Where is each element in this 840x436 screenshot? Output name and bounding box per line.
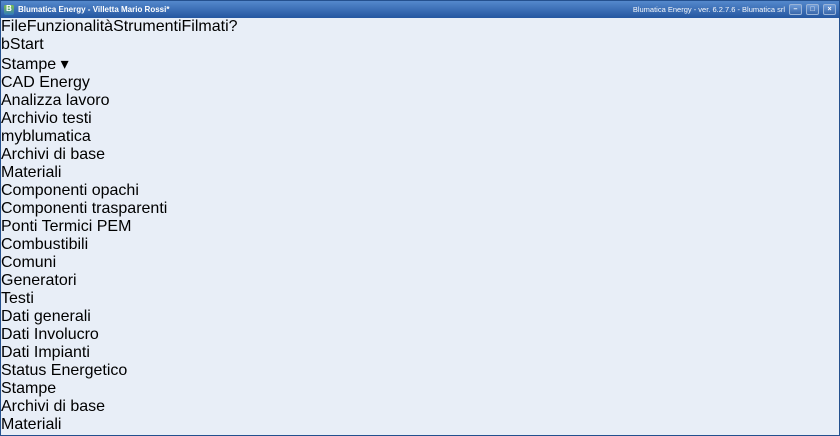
chevron-down-icon: ▾ [61,56,69,73]
sidebar-item-componenti-trasparenti[interactable]: Componenti trasparenti [1,200,839,218]
nav-archivi-di-base[interactable]: Archivi di base [1,398,839,416]
sidebar-item-ponti-termici-pem[interactable]: Ponti Termici PEM [1,218,839,236]
menu-item[interactable]: File [1,18,27,35]
sidebar-item-comuni[interactable]: Comuni [1,254,839,272]
title-bar: Blumatica Energy - Villetta Mario Rossi*… [1,1,839,18]
bstart-button[interactable]: bStart [1,36,839,54]
minimize-icon[interactable]: – [789,4,802,15]
maximize-icon[interactable]: □ [806,4,819,15]
stampe-button[interactable]: Stampe ▾ [1,54,839,74]
menu-item[interactable]: Filmati [182,18,229,35]
menu-item[interactable]: ? [229,18,238,35]
brand-logo: myblumatica [1,128,839,146]
version-text: Blumatica Energy - ver. 6.2.7.6 - Blumat… [633,5,785,14]
window-title: Blumatica Energy - Villetta Mario Rossi* [18,5,169,14]
page-title-bar: Materiali [1,416,839,434]
sidebar-item-componenti-opachi[interactable]: Componenti opachi [1,182,839,200]
top-toolbar: bStart Stampe ▾ CAD Energy Analizza lavo… [1,36,839,146]
close-icon[interactable]: × [823,4,836,15]
nav-stampe[interactable]: Stampe [1,380,839,398]
sidebar-header: Archivi di base [1,146,839,164]
nav-dati-impianti[interactable]: Dati Impianti [1,344,839,362]
sidebar-item-materiali[interactable]: Materiali [1,164,839,182]
nav-dati-involucro[interactable]: Dati Involucro [1,326,839,344]
page-title: Materiali [1,416,61,433]
sidebar-item-generatori[interactable]: Generatori [1,272,839,290]
cad-energy-button[interactable]: CAD Energy [1,74,839,92]
archivio-testi-button[interactable]: Archivio testi [1,110,839,128]
menu-item[interactable]: Funzionalità [27,18,113,35]
nav-dati-generali[interactable]: Dati generali [1,308,839,326]
analizza-lavoro-button[interactable]: Analizza lavoro [1,92,839,110]
menu-item[interactable]: Strumenti [113,18,181,35]
sidebar-item-combustibili[interactable]: Combustibili [1,236,839,254]
menu-bar: FileFunzionalitàStrumentiFilmati? [1,18,839,36]
sidebar-item-testi[interactable]: Testi [1,290,839,308]
sidebar: Archivi di base Materiali Componenti opa… [1,146,839,416]
app-icon [4,5,14,15]
app-window: Blumatica Energy - Villetta Mario Rossi*… [0,0,840,436]
nav-status-energetico[interactable]: Status Energetico [1,362,839,380]
